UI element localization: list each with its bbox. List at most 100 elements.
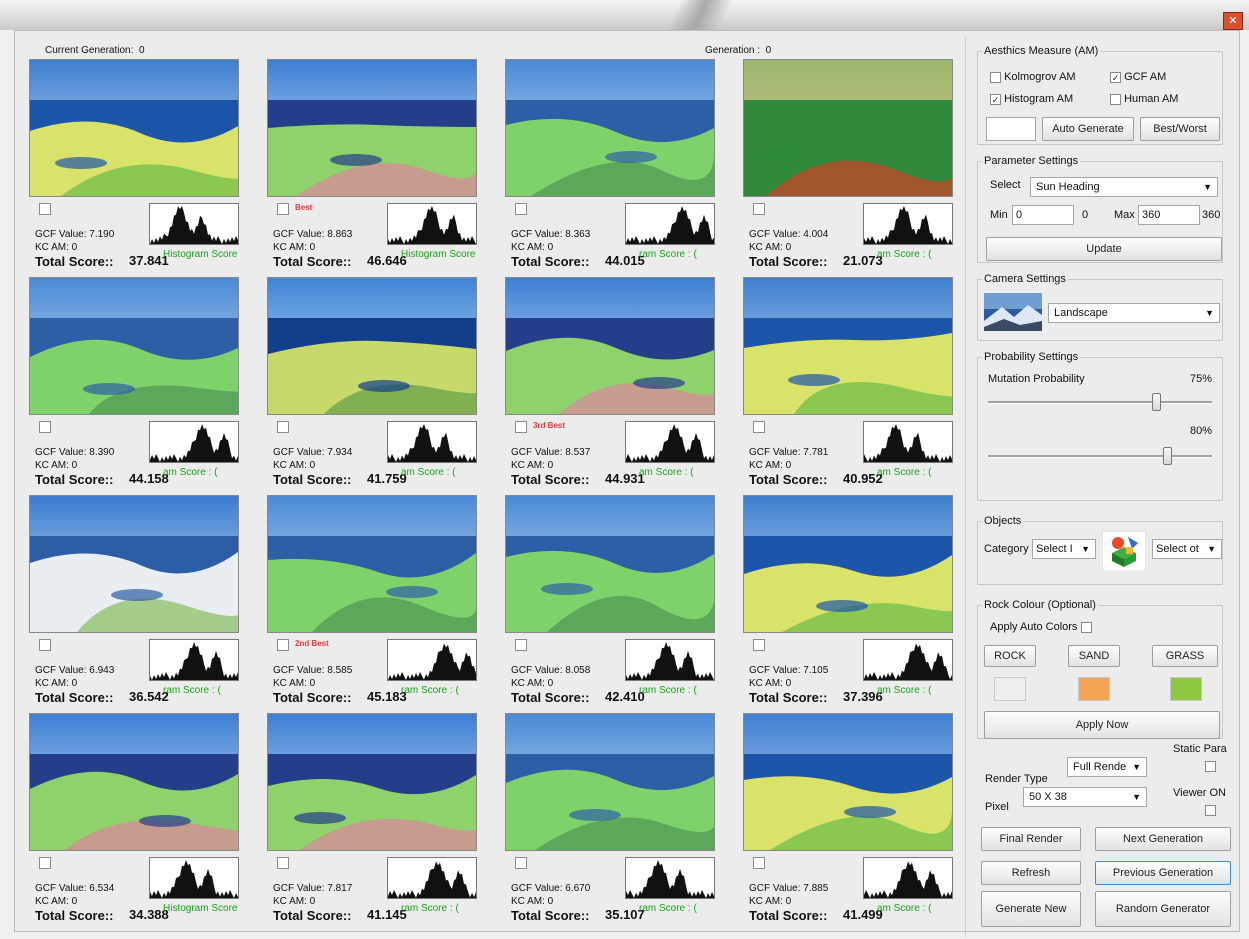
- objects-icon[interactable]: [1102, 531, 1146, 571]
- apply-now-button[interactable]: Apply Now: [984, 711, 1220, 739]
- select-checkbox[interactable]: [277, 421, 289, 433]
- histogram-plot: [387, 639, 477, 681]
- gcf-am-checkbox[interactable]: ✓ GCF AM: [1110, 71, 1166, 83]
- select-checkbox[interactable]: [277, 639, 289, 651]
- select-checkbox[interactable]: [753, 203, 765, 215]
- select-checkbox[interactable]: [39, 203, 51, 215]
- select-checkbox[interactable]: [39, 421, 51, 433]
- terrain-thumbnail[interactable]: [505, 59, 715, 197]
- max-input[interactable]: 360: [1138, 205, 1200, 225]
- sand-color-swatch[interactable]: [1078, 677, 1110, 701]
- histogram-am-checkbox[interactable]: ✓ Histogram AM: [990, 93, 1073, 105]
- apply-auto-colors-checkbox[interactable]: Apply Auto Colors: [990, 621, 1092, 633]
- terrain-thumbnail[interactable]: [29, 277, 239, 415]
- slider-thumb[interactable]: [1163, 447, 1173, 465]
- second-probability-slider[interactable]: [988, 447, 1212, 465]
- checkbox-icon: [990, 71, 1001, 83]
- kc-am-value: KC AM: 0: [511, 242, 554, 253]
- grass-color-swatch[interactable]: [1170, 677, 1202, 701]
- histogram-plot: [863, 639, 953, 681]
- final-render-button[interactable]: Final Render: [981, 827, 1081, 851]
- slider-thumb[interactable]: [1152, 393, 1161, 411]
- total-score-label: Total Score::: [35, 908, 114, 923]
- select-checkbox[interactable]: [515, 203, 527, 215]
- terrain-thumbnail[interactable]: [267, 59, 477, 197]
- rank-label: 2nd Best: [295, 639, 329, 648]
- terrain-candidate: GCF Value: 8.390 KC AM: 0 Total Score:: 44.…: [17, 255, 253, 487]
- previous-generation-button[interactable]: Previous Generation: [1095, 861, 1231, 885]
- category-select-value: Select I: [1036, 543, 1073, 555]
- human-am-checkbox[interactable]: Human AM: [1110, 93, 1178, 105]
- min-readout: 0: [1082, 209, 1089, 221]
- terrain-thumbnail[interactable]: [743, 277, 953, 415]
- terrain-thumbnail[interactable]: [743, 713, 953, 851]
- object-select[interactable]: Select ot ▼: [1152, 539, 1222, 559]
- random-generator-button[interactable]: Random Generator: [1095, 891, 1231, 927]
- select-checkbox[interactable]: [39, 639, 51, 651]
- terrain-thumbnail[interactable]: [743, 495, 953, 633]
- total-score-label: Total Score::: [749, 908, 828, 923]
- terrain-thumbnail[interactable]: [267, 495, 477, 633]
- select-checkbox[interactable]: [753, 639, 765, 651]
- select-checkbox[interactable]: [277, 203, 289, 215]
- mutation-probability-label: Mutation Probability: [988, 373, 1085, 385]
- gcf-am-label: GCF AM: [1124, 71, 1167, 83]
- select-checkbox[interactable]: [753, 421, 765, 433]
- rank-label: 3rd Best: [533, 421, 566, 430]
- terrain-candidate: GCF Value: 7.190 KC AM: 0 Total Score:: 37.…: [17, 37, 253, 269]
- select-checkbox[interactable]: [515, 639, 527, 651]
- terrain-candidate: 3rd Best GCF Value: 8.537 KC AM: 0 Total Sc…: [493, 255, 729, 487]
- close-window-button[interactable]: ✕: [1223, 12, 1243, 30]
- grass-button[interactable]: GRASS: [1152, 645, 1218, 667]
- category-select[interactable]: Select I ▼: [1032, 539, 1096, 559]
- gcf-value: GCF Value: 8.058: [511, 665, 591, 676]
- total-score-label: Total Score::: [273, 908, 352, 923]
- select-checkbox[interactable]: [515, 857, 527, 869]
- sand-button[interactable]: SAND: [1068, 645, 1120, 667]
- terrain-candidate: GCF Value: 7.885 KC AM: 0 Total Score:: 41.…: [731, 691, 967, 923]
- rock-button[interactable]: ROCK: [984, 645, 1036, 667]
- mutation-probability-slider[interactable]: [988, 393, 1212, 411]
- parameter-settings-legend: Parameter Settings: [984, 155, 1079, 167]
- terrain-thumbnail[interactable]: [29, 713, 239, 851]
- kc-am-value: KC AM: 0: [35, 460, 78, 471]
- terrain-thumbnail[interactable]: [505, 277, 715, 415]
- kolmogorov-am-checkbox[interactable]: Kolmogrov AM: [990, 71, 1076, 83]
- viewer-on-checkbox[interactable]: [1205, 805, 1216, 816]
- terrain-thumbnail[interactable]: [29, 59, 239, 197]
- camera-mode-value: Landscape: [1054, 307, 1108, 319]
- next-generation-button[interactable]: Next Generation: [1095, 827, 1231, 851]
- select-checkbox[interactable]: [39, 857, 51, 869]
- terrain-candidate: GCF Value: 8.363 KC AM: 0 Total Score:: 44.…: [493, 37, 729, 269]
- select-checkbox[interactable]: [277, 857, 289, 869]
- best-worst-button[interactable]: Best/Worst: [1140, 117, 1220, 141]
- select-checkbox[interactable]: [515, 421, 527, 433]
- terrain-thumbnail[interactable]: [267, 277, 477, 415]
- terrain-thumbnail[interactable]: [505, 495, 715, 633]
- select-checkbox[interactable]: [753, 857, 765, 869]
- render-type-select[interactable]: Full Rende ▼: [1067, 757, 1147, 777]
- dropdown-arrow-icon: ▼: [1207, 544, 1216, 554]
- parameter-select-value: Sun Heading: [1036, 181, 1100, 193]
- apply-auto-colors-label: Apply Auto Colors: [990, 621, 1078, 633]
- generate-new-button[interactable]: Generate New: [981, 891, 1081, 927]
- static-para-checkbox[interactable]: [1205, 761, 1216, 772]
- camera-mode-select[interactable]: Landscape ▼: [1048, 303, 1220, 323]
- refresh-button[interactable]: Refresh: [981, 861, 1081, 885]
- pixel-select[interactable]: 50 X 38 ▼: [1023, 787, 1147, 807]
- terrain-candidate: GCF Value: 4.004 KC AM: 0 Total Score:: 21.…: [731, 37, 967, 269]
- auto-generate-button[interactable]: Auto Generate: [1042, 117, 1134, 141]
- terrain-thumbnail[interactable]: [29, 495, 239, 633]
- min-input[interactable]: 0: [1012, 205, 1074, 225]
- update-button[interactable]: Update: [986, 237, 1222, 261]
- terrain-thumbnail[interactable]: [267, 713, 477, 851]
- auto-generate-count-input[interactable]: [986, 117, 1036, 141]
- parameter-select[interactable]: Sun Heading ▼: [1030, 177, 1218, 197]
- gcf-value: GCF Value: 8.537: [511, 447, 591, 458]
- rock-color-swatch[interactable]: [994, 677, 1026, 701]
- category-label: Category: [984, 543, 1029, 555]
- title-bar-sheen: [640, 0, 760, 30]
- render-type-value: Full Rende: [1073, 761, 1127, 773]
- terrain-thumbnail[interactable]: [743, 59, 953, 197]
- terrain-thumbnail[interactable]: [505, 713, 715, 851]
